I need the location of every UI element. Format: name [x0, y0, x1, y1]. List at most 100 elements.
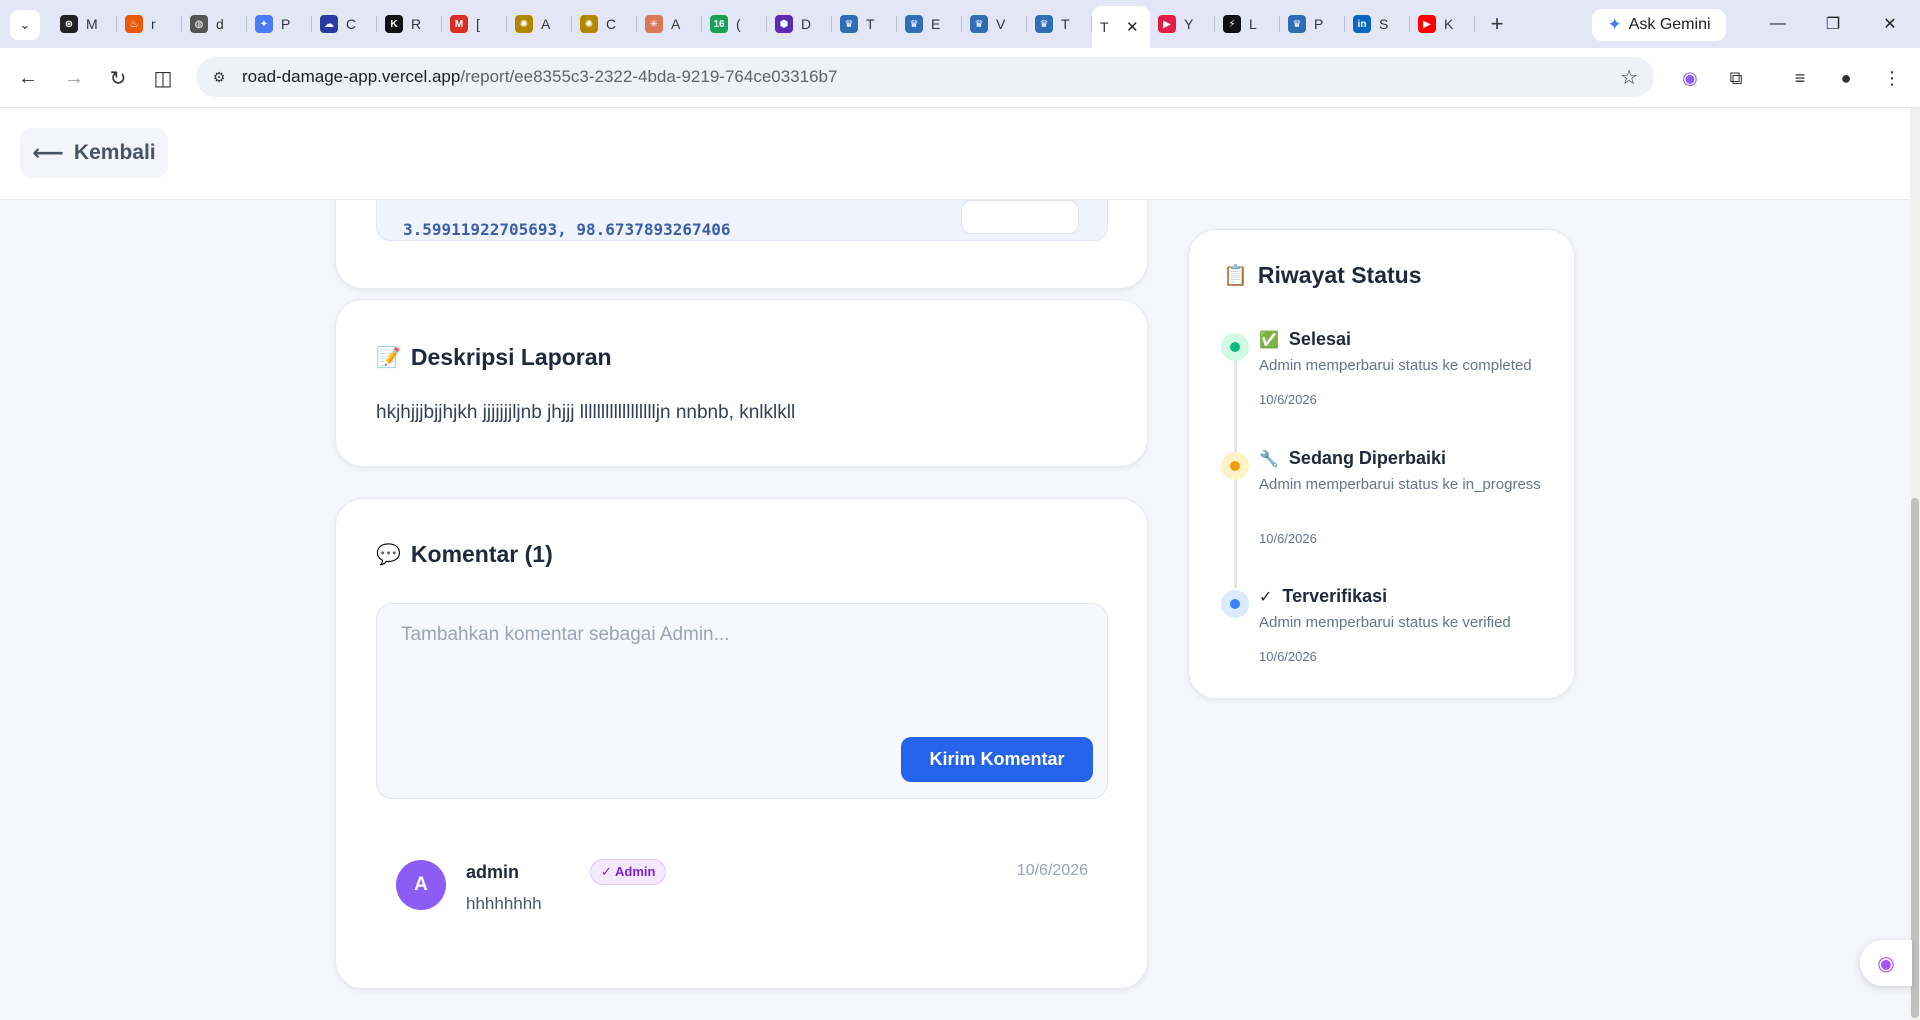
- back-nav-button[interactable]: ←: [12, 62, 44, 94]
- tab-title: r: [151, 16, 156, 32]
- tab-title: T: [1100, 19, 1109, 35]
- browser-tab[interactable]: ✺ A: [507, 6, 572, 42]
- status-dot-completed: [1221, 333, 1249, 361]
- globe-icon: ◍: [190, 15, 208, 33]
- timeline-label: Sedang Diperbaiki: [1288, 448, 1446, 468]
- browser-tab-bar: ⌄ ⊛ M ♨ r ◍ d ✦ P ☁ C K R M[✺ A ✺ C ✳ A 16(⬢ D ♛ T ♛ E ♛ V ♛ T T ✕ ▶ Y ⚡…: [0, 0, 1920, 48]
- minimize-button[interactable]: —: [1758, 8, 1798, 40]
- bookmark-star-icon[interactable]: ☆: [1620, 65, 1638, 90]
- browser-tab[interactable]: ☁ C: [312, 6, 377, 42]
- timeline-description: Admin memperbarui status ke completed: [1259, 357, 1532, 374]
- forward-nav-button[interactable]: →: [58, 62, 90, 94]
- browser-tab[interactable]: ♛ E: [897, 6, 962, 42]
- chevron-down-icon: ⌄: [19, 17, 31, 32]
- browser-tab[interactable]: M[: [442, 6, 507, 42]
- gmail-icon: M: [450, 15, 468, 33]
- copy-coordinates-button[interactable]: [961, 200, 1079, 234]
- active-tab[interactable]: T ✕: [1092, 6, 1150, 48]
- back-button[interactable]: ⟵ Kembali: [20, 128, 168, 178]
- send-comment-button[interactable]: Kirim Komentar: [901, 737, 1093, 782]
- university-icon: ♛: [970, 15, 988, 33]
- gemini-icon: ✦: [255, 15, 273, 33]
- comments-card: 💬 Komentar (1) Kirim Komentar A admin ✓ …: [335, 498, 1148, 989]
- site-settings-icon[interactable]: ⚙: [204, 62, 234, 92]
- browser-tab[interactable]: KR: [377, 6, 442, 42]
- extensions-puzzle-icon[interactable]: ⧉: [1720, 62, 1752, 94]
- tab-title: R: [411, 16, 422, 32]
- status-history-card: 📋 Riwayat Status ✅ Selesai Admin memperb…: [1188, 229, 1575, 699]
- browser-tab[interactable]: in S: [1345, 6, 1410, 42]
- tab-title: (: [736, 16, 741, 32]
- address-toolbar: ← → ↻ ◫ ⚙ road-damage-app.vercel.app/rep…: [0, 48, 1920, 108]
- comment-input[interactable]: [401, 624, 1081, 734]
- browser-tab[interactable]: ♛ P: [1280, 6, 1345, 42]
- browser-tab[interactable]: ♛ T: [1027, 6, 1092, 42]
- comment-form: Kirim Komentar: [376, 603, 1108, 799]
- new-tab-button[interactable]: +: [1479, 6, 1515, 42]
- browser-tab[interactable]: ♛ V: [962, 6, 1027, 42]
- cloud-icon: ☁: [320, 15, 338, 33]
- profile-avatar[interactable]: ●: [1830, 62, 1862, 94]
- ask-gemini-button[interactable]: ✦ Ask Gemini: [1592, 9, 1726, 41]
- browser-tab[interactable]: ▶ Y: [1150, 6, 1215, 42]
- timeline-date: 10/6/2026: [1259, 392, 1317, 407]
- browser-tab[interactable]: ▶ K: [1410, 6, 1475, 42]
- restore-button[interactable]: ❐: [1813, 8, 1853, 40]
- browser-tab[interactable]: ♨ r: [117, 6, 182, 42]
- browser-tab[interactable]: ✳ A: [637, 6, 702, 42]
- timeline-date: 10/6/2026: [1259, 649, 1317, 664]
- tab-title: P: [1314, 16, 1324, 32]
- tab-title: P: [281, 16, 291, 32]
- timeline-description: Admin memperbarui status ke in_progress: [1259, 476, 1541, 493]
- split-view-button[interactable]: ◫: [147, 62, 179, 94]
- timeline-description: Admin memperbarui status ke verified: [1259, 614, 1511, 631]
- browser-tab[interactable]: ◍ d: [182, 6, 247, 42]
- media-controls-icon[interactable]: ≡: [1784, 62, 1816, 94]
- browser-tab[interactable]: ⊛ M: [52, 6, 117, 42]
- description-title: 📝 Deskripsi Laporan: [376, 344, 612, 371]
- tab-title: Y: [1184, 16, 1194, 32]
- gemini-sparkle-icon: ✦: [1607, 15, 1622, 34]
- reload-button[interactable]: ↻: [102, 62, 134, 94]
- browser-tab[interactable]: 16 (: [702, 6, 767, 42]
- browser-tab[interactable]: ♛ T: [832, 6, 897, 42]
- browser-tab[interactable]: ⚡ L: [1215, 6, 1280, 42]
- university-icon: ♛: [840, 15, 858, 33]
- tab-close-icon[interactable]: ✕: [1126, 18, 1139, 36]
- browser-tab[interactable]: ✦ P: [247, 6, 312, 42]
- coordinates-text: 3.59911922705693, 98.6737893267406: [403, 220, 731, 239]
- chatgpt-icon: ⊛: [60, 15, 78, 33]
- comments-title-text: Komentar (1): [410, 541, 553, 567]
- omnibox[interactable]: ⚙ road-damage-app.vercel.app/report/ee83…: [196, 57, 1654, 97]
- top-navigation: ⟵ Kembali: [0, 108, 1910, 200]
- linkedin-icon: in: [1353, 15, 1371, 33]
- status-dot-in-progress: [1221, 452, 1249, 480]
- scrollbar-thumb[interactable]: [1911, 498, 1919, 1018]
- url-text[interactable]: road-damage-app.vercel.app/report/ee8355…: [242, 67, 837, 87]
- clipboard-icon: 📋: [1223, 265, 1248, 287]
- browser-tab[interactable]: ✺ C: [572, 6, 637, 42]
- timeline-heading: ✓ Terverifikasi: [1259, 586, 1387, 607]
- comments-title: 💬 Komentar (1): [376, 541, 553, 568]
- hexagon-icon: ⬢: [775, 15, 793, 33]
- ask-gemini-label: Ask Gemini: [1628, 16, 1711, 33]
- restore-icon: ❐: [1825, 16, 1841, 33]
- tab-search-button[interactable]: ⌄: [10, 10, 40, 40]
- brain-extension-icon[interactable]: ◉: [1674, 62, 1706, 94]
- back-button-label: Kembali: [73, 141, 156, 164]
- description-card: 📝 Deskripsi Laporan hkjhjjjbjjhjkh jjjjj…: [335, 299, 1148, 467]
- timeline-label: Terverifikasi: [1282, 586, 1388, 606]
- memo-icon: 📝: [376, 347, 401, 369]
- tab-title: T: [1061, 16, 1070, 32]
- tab-title: T: [866, 16, 875, 32]
- browser-tab[interactable]: ⬢ D: [767, 6, 832, 42]
- brain-floating-icon[interactable]: ◉: [1860, 940, 1912, 986]
- close-window-button[interactable]: ✕: [1870, 8, 1910, 40]
- timeline-label: Selesai: [1288, 329, 1351, 349]
- tab-strip: ⊛ M ♨ r ◍ d ✦ P ☁ C K R M[✺ A ✺ C ✳ A 16(⬢ D ♛ T ♛ E ♛ V ♛ T T ✕ ▶ Y ⚡ L ♛…: [52, 6, 1515, 48]
- university-icon: ♛: [1288, 15, 1306, 33]
- check-box-icon: ✅: [1259, 331, 1279, 349]
- play-circle-icon: ▶: [1158, 15, 1176, 33]
- menu-kebab-icon[interactable]: ⋮: [1876, 62, 1908, 94]
- network-icon: ✺: [515, 15, 533, 33]
